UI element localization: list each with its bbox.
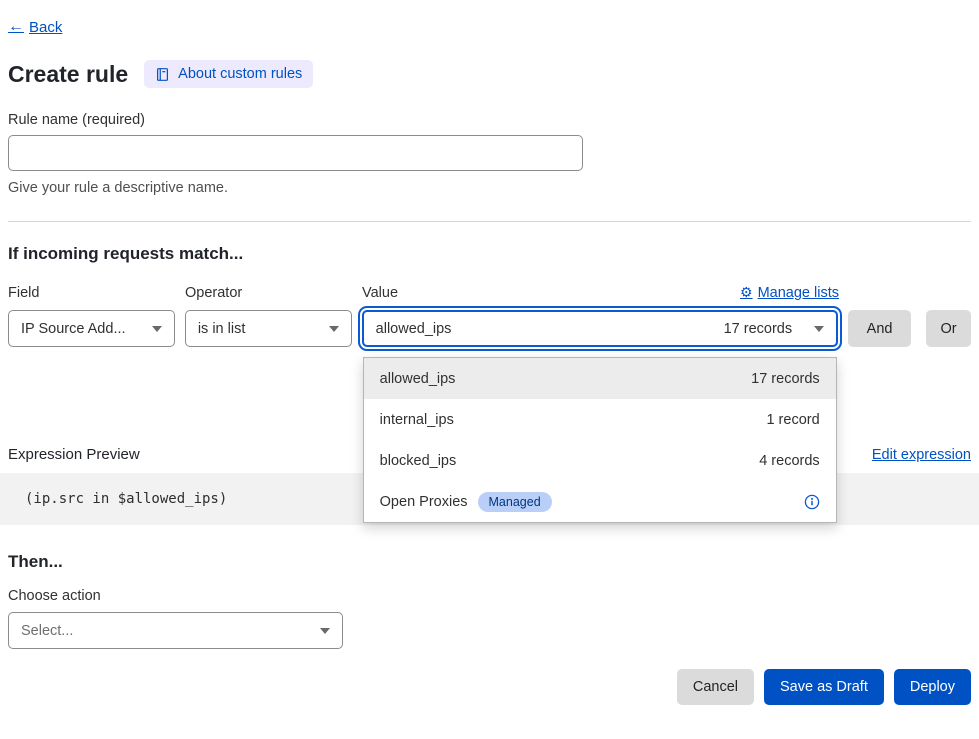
manage-lists-label: Manage lists bbox=[758, 285, 839, 301]
match-section-heading: If incoming requests match... bbox=[8, 244, 971, 264]
deploy-button[interactable]: Deploy bbox=[894, 669, 971, 705]
list-item-name: blocked_ips bbox=[380, 453, 457, 469]
edit-expression-link[interactable]: Edit expression bbox=[872, 447, 971, 463]
back-link[interactable]: ← Back bbox=[8, 18, 62, 36]
manage-lists-link[interactable]: ⚙ Manage lists bbox=[740, 284, 839, 301]
rule-name-input[interactable] bbox=[8, 135, 583, 171]
cancel-button[interactable]: Cancel bbox=[677, 669, 754, 705]
then-section-heading: Then... bbox=[8, 552, 971, 572]
field-label: Field bbox=[8, 285, 175, 301]
value-select-name: allowed_ips bbox=[376, 321, 452, 337]
condition-labels-row: Field Operator Value ⚙ Manage lists bbox=[8, 284, 971, 301]
list-item-name: internal_ips bbox=[380, 412, 454, 428]
or-button[interactable]: Or bbox=[926, 310, 971, 347]
gear-icon: ⚙ bbox=[740, 284, 753, 301]
action-select-placeholder: Select... bbox=[21, 623, 73, 639]
footer-actions: Cancel Save as Draft Deploy bbox=[8, 669, 971, 705]
list-item-blocked-ips[interactable]: blocked_ips 4 records bbox=[364, 440, 836, 481]
back-link-label: Back bbox=[29, 19, 62, 36]
chevron-down-icon bbox=[320, 628, 330, 634]
expression-preview-label: Expression Preview bbox=[8, 446, 140, 463]
list-item-records: 4 records bbox=[759, 453, 819, 469]
book-icon bbox=[155, 67, 170, 82]
info-icon[interactable] bbox=[804, 494, 820, 510]
create-rule-page: ← Back Create rule About custom rules Ru… bbox=[0, 0, 979, 705]
about-custom-rules-label: About custom rules bbox=[178, 66, 302, 82]
chevron-down-icon bbox=[814, 326, 824, 332]
action-select[interactable]: Select... bbox=[8, 612, 343, 649]
value-select[interactable]: allowed_ips 17 records bbox=[362, 310, 838, 347]
list-item-records: 17 records bbox=[751, 371, 820, 387]
rule-name-helper: Give your rule a descriptive name. bbox=[8, 180, 971, 196]
operator-select[interactable]: is in list bbox=[185, 310, 352, 347]
value-label: Value bbox=[362, 285, 398, 301]
back-arrow-icon: ← bbox=[8, 18, 24, 36]
list-item-records: 1 record bbox=[766, 412, 819, 428]
field-select[interactable]: IP Source Add... bbox=[8, 310, 175, 347]
operator-label: Operator bbox=[185, 285, 352, 301]
value-select-wrapper: allowed_ips 17 records allowed_ips 17 re… bbox=[362, 310, 838, 347]
managed-badge: Managed bbox=[478, 492, 552, 512]
field-select-value: IP Source Add... bbox=[21, 321, 126, 337]
list-item-open-proxies[interactable]: Open Proxies Managed bbox=[364, 481, 836, 522]
list-item-name: Open Proxies bbox=[380, 494, 468, 510]
chevron-down-icon bbox=[329, 326, 339, 332]
section-divider bbox=[8, 221, 971, 222]
about-custom-rules-link[interactable]: About custom rules bbox=[144, 60, 313, 88]
and-button[interactable]: And bbox=[848, 310, 911, 347]
list-item-internal-ips[interactable]: internal_ips 1 record bbox=[364, 399, 836, 440]
rule-name-label: Rule name (required) bbox=[8, 112, 971, 128]
list-dropdown-menu: allowed_ips 17 records internal_ips 1 re… bbox=[363, 357, 837, 523]
operator-select-value: is in list bbox=[198, 321, 246, 337]
choose-action-label: Choose action bbox=[8, 588, 971, 604]
list-item-allowed-ips[interactable]: allowed_ips 17 records bbox=[364, 358, 836, 399]
list-item-name: allowed_ips bbox=[380, 371, 456, 387]
page-title: Create rule bbox=[8, 61, 128, 88]
title-row: Create rule About custom rules bbox=[8, 60, 971, 88]
value-select-records: 17 records bbox=[724, 321, 793, 337]
condition-controls-row: IP Source Add... is in list allowed_ips … bbox=[8, 310, 971, 347]
chevron-down-icon bbox=[152, 326, 162, 332]
save-as-draft-button[interactable]: Save as Draft bbox=[764, 669, 884, 705]
